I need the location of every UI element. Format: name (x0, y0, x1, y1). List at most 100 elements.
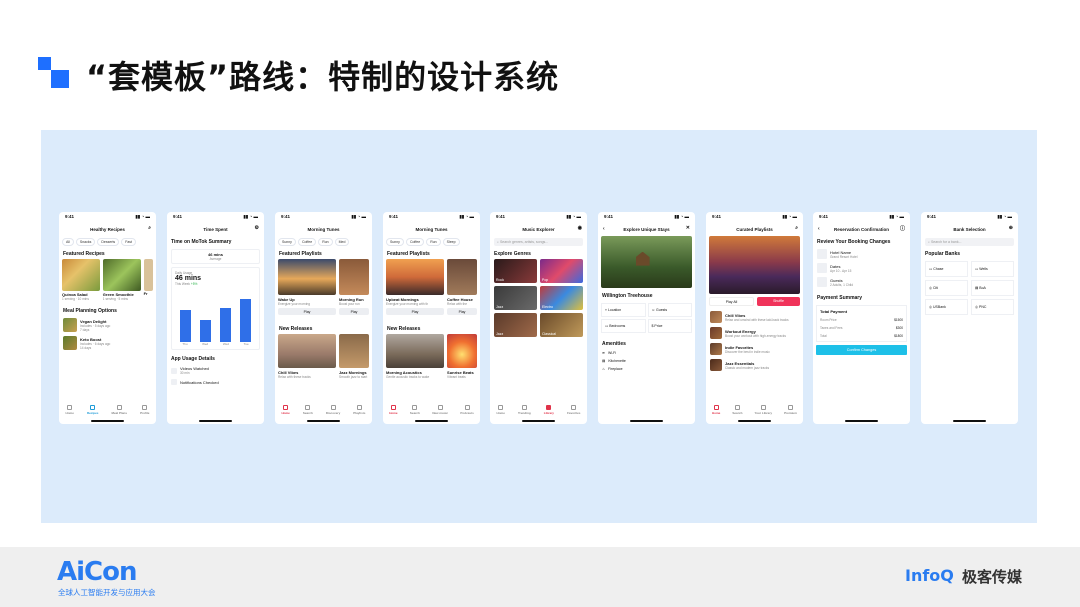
chip-coffee[interactable]: Coffee (297, 238, 317, 246)
release-card[interactable]: Chill Vibes Relax with these tracks (278, 334, 337, 379)
chip-med[interactable]: Med (334, 238, 350, 246)
tab-trending[interactable]: Trending (518, 405, 531, 415)
chip-snacks[interactable]: Snacks (75, 238, 96, 246)
settings-icon[interactable]: ⚙ (255, 225, 259, 231)
genre-tile[interactable]: Jazz (494, 286, 537, 310)
playlist-card[interactable]: Wake Up Energize your morning Play (278, 259, 337, 315)
genre-tile[interactable]: Electro (540, 286, 583, 310)
lock-icon[interactable]: ⊕ (1009, 225, 1013, 231)
payment-card: Total Payment Room Price $1500 Taxes and … (816, 305, 907, 342)
bank-tile[interactable]: ▭ Chase (925, 261, 968, 277)
booking-item: Guests 2 Adults, 1 Child (813, 275, 910, 289)
tab-home[interactable]: Home (712, 405, 720, 415)
feature-location[interactable]: ⌖ Location (601, 303, 646, 317)
play-button[interactable]: Play (278, 308, 337, 315)
phone-time-spent: 9:41 ▮▮ ◔ ▬ Time Spent ⚙ Time on MoTok Sum… (167, 212, 264, 424)
recipe-card[interactable]: Quinoa Salad 1 serving · 10 mins (62, 259, 100, 301)
bank-tile[interactable]: ◎ USBank (925, 299, 968, 315)
daily-value: 46 mins (175, 275, 202, 282)
genre-tile[interactable]: Rock (494, 259, 537, 283)
confirm-changes-button[interactable]: Confirm Changes (816, 345, 907, 355)
usage-detail-row[interactable]: Notifications Checked (167, 377, 264, 387)
bank-tile[interactable]: ◎ Citi (925, 280, 968, 296)
genre-tile[interactable]: Classical (540, 313, 583, 337)
tab-home[interactable]: Home (389, 405, 398, 415)
playlist-card[interactable]: Morning Run Boost your run Play (339, 259, 369, 315)
back-icon[interactable]: ‹ (818, 226, 820, 232)
usage-detail-row[interactable]: Videos Watched 30 min (167, 364, 264, 377)
search-icon (734, 405, 740, 410)
feature-guests[interactable]: ☺ Guests (647, 303, 692, 317)
track-meta: Boost your workout with high-energy trac… (725, 333, 786, 338)
chip-run[interactable]: Run (318, 238, 333, 246)
genre-tile[interactable]: Jazz (494, 313, 537, 337)
chip-run[interactable]: Run (426, 238, 441, 246)
tab-library[interactable]: Your Library (754, 405, 772, 415)
chip-desserts[interactable]: Desserts (97, 238, 120, 246)
tab-meal-plans[interactable]: Meal Plans (112, 405, 127, 415)
track-row[interactable]: Workout Energy Boost your workout with hi… (706, 325, 803, 341)
feature-price[interactable]: $ Price (647, 319, 692, 333)
tab-home[interactable]: Home (497, 405, 505, 415)
playlist-card[interactable]: Coffee House Relax with the Play (447, 259, 477, 315)
chip-fast[interactable]: Fast (121, 238, 136, 246)
playlist-card[interactable]: Upbeat Mornings Energize your morning wi… (386, 259, 445, 315)
info-icon[interactable]: ⓘ (900, 225, 905, 232)
meal-image (63, 336, 77, 350)
release-card[interactable]: Morning Acoustics Gentle acoustic tracks… (386, 334, 445, 379)
search-input[interactable]: ⌕ Search genres, artists, songs... (494, 238, 583, 246)
genre-label: Jazz (496, 305, 504, 309)
phone-unique-stays: 9:41 ▮▮ ◔ ▬ ‹ Explore Unique Stays ✕ Willin… (598, 212, 695, 424)
bar-label: Wed (202, 342, 209, 346)
play-button[interactable]: Play (339, 308, 369, 315)
track-row[interactable]: Jazz Essentials Classic and modern jazz t… (706, 357, 803, 373)
tab-premium[interactable]: Premium (784, 405, 797, 415)
recipe-card[interactable]: Green Smoothie 1 serving · 5 mins (102, 259, 141, 301)
feature-bedrooms[interactable]: ▭ Bedrooms (601, 319, 646, 333)
back-icon[interactable]: ‹ (603, 226, 605, 232)
tab-home[interactable]: Home (282, 405, 290, 415)
average-card: 46 mins Average (171, 249, 260, 264)
bank-tile[interactable]: ▤ BoA (971, 280, 1014, 296)
chip-all[interactable]: All (62, 238, 74, 246)
release-card[interactable]: Sunrise Beats Vibrant beats (447, 334, 477, 379)
bank-tile[interactable]: ◎ PNC (971, 299, 1014, 315)
meal-plan-item[interactable]: Vegan Delight Includes · 5 days ago 7 days (59, 316, 156, 334)
section-title: Payment Summary (817, 295, 863, 301)
tab-search[interactable]: Search (410, 405, 420, 415)
tab-playlists[interactable]: Playlists (353, 405, 365, 415)
chip-sleep[interactable]: Sleep (442, 238, 460, 246)
release-card[interactable]: Jazz Mornings Smooth jazz to start (339, 334, 369, 379)
tab-favorites[interactable]: Favorites (567, 405, 580, 415)
nav-title: Morning Tunes (415, 226, 448, 232)
tab-search[interactable]: Search (303, 405, 313, 415)
recipe-card[interactable]: Fr (143, 259, 153, 301)
tab-library[interactable]: Library (544, 405, 554, 415)
tab-podcasts[interactable]: Podcasts (460, 405, 474, 415)
tab-profile[interactable]: Profile (140, 405, 149, 415)
play-all-button[interactable]: Play All (709, 297, 754, 306)
play-button[interactable]: Play (386, 308, 445, 315)
chip-sunny[interactable]: Sunny (386, 238, 404, 246)
tab-home[interactable]: Home (66, 405, 74, 415)
search-input[interactable]: ⌕ Search for a bank... (925, 238, 1014, 246)
tab-recipes[interactable]: Recipes (87, 405, 98, 415)
track-row[interactable]: Indie Favorites Discover the best in indi… (706, 341, 803, 357)
profile-icon[interactable]: ◉ (578, 225, 582, 231)
track-row[interactable]: Chill Vibes Relax and unwind with these l… (706, 309, 803, 325)
shuffle-button[interactable]: Shuffle (757, 297, 800, 306)
chip-coffee[interactable]: Coffee (405, 238, 425, 246)
search-icon[interactable]: ⌕ (148, 225, 151, 231)
search-icon[interactable]: ⌕ (795, 225, 798, 231)
share-icon[interactable]: ✕ (686, 225, 690, 231)
line-value: $1500 (894, 318, 903, 322)
meal-plan-item[interactable]: Keto Boost Includes · 6 days ago 14 days (59, 334, 156, 352)
chip-sunny[interactable]: Sunny (278, 238, 296, 246)
tab-new-music[interactable]: New music (432, 405, 448, 415)
play-button[interactable]: Play (447, 308, 477, 315)
genre-tile[interactable]: Pop (540, 259, 583, 283)
tab-search[interactable]: Search (732, 405, 742, 415)
stay-image (601, 236, 692, 288)
tab-discovery[interactable]: Discovery (326, 405, 340, 415)
bank-tile[interactable]: ▭ Wells (971, 261, 1014, 277)
